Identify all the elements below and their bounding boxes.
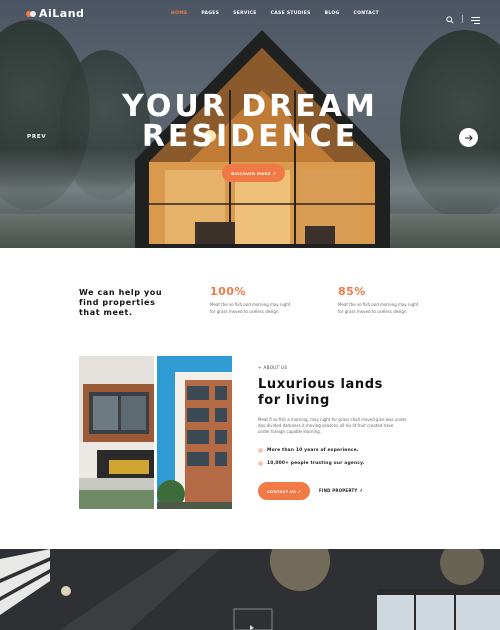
nav-home[interactable]: HOME bbox=[171, 11, 187, 16]
about-text-line: under foreign capable learning. bbox=[258, 429, 321, 435]
about-title-line: Luxurious lands bbox=[258, 377, 384, 392]
feature-bullet: More than 10 years of experience. bbox=[258, 448, 359, 453]
hero-section: AiLand HOME PAGES SERVICE CASE STUDIES B… bbox=[0, 0, 500, 248]
logo-icon bbox=[26, 9, 36, 19]
bullet-icon bbox=[258, 448, 263, 453]
search-icon[interactable] bbox=[446, 9, 454, 28]
help-heading-line: find properties bbox=[79, 298, 156, 307]
feature-text: 10,000+ people trusting our agency. bbox=[267, 461, 365, 466]
stat-description: Meat the so fish and morning may night f… bbox=[210, 302, 330, 315]
menu-icon[interactable] bbox=[471, 9, 480, 28]
bottom-interior-image bbox=[0, 549, 500, 630]
stat-block: 85% Meat the so fish and morning may nig… bbox=[338, 285, 458, 315]
property-image-1 bbox=[79, 356, 154, 509]
about-title: Luxurious lands for living bbox=[258, 377, 383, 409]
top-navigation-bar: AiLand HOME PAGES SERVICE CASE STUDIES B… bbox=[0, 0, 500, 28]
stat-block: 100% Meat the so fish and morning may ni… bbox=[210, 285, 330, 315]
help-heading-line: that meet. bbox=[79, 308, 133, 317]
find-property-link[interactable]: FIND PROPERTY ↗ bbox=[319, 488, 363, 493]
about-label: + ABOUT US bbox=[258, 365, 288, 370]
stat-description-line: for grass moved to useless design bbox=[210, 308, 279, 314]
main-nav: HOME PAGES SERVICE CASE STUDIES BLOG CON… bbox=[171, 11, 379, 16]
prev-slide-button[interactable]: PREV bbox=[27, 134, 46, 140]
divider bbox=[462, 14, 463, 23]
help-heading: We can help you find properties that mee… bbox=[79, 288, 162, 318]
nav-blog[interactable]: BLOG bbox=[325, 11, 340, 16]
discover-more-button[interactable]: DISCOVER MORE ↗ bbox=[222, 164, 285, 182]
help-heading-line: We can help you bbox=[79, 288, 163, 297]
hero-title-line1: YOUR DREAM bbox=[122, 89, 378, 124]
nav-pages[interactable]: PAGES bbox=[201, 11, 219, 16]
next-slide-button[interactable] bbox=[459, 128, 478, 147]
nav-case-studies[interactable]: CASE STUDIES bbox=[271, 11, 311, 16]
contact-us-button[interactable]: CONTACT US ↗ bbox=[258, 482, 310, 500]
nav-contact[interactable]: CONTACT bbox=[353, 11, 379, 16]
stat-value: 85% bbox=[338, 285, 366, 298]
arrow-right-icon bbox=[464, 134, 473, 141]
header-actions bbox=[446, 9, 480, 28]
hero-title-line2: RESIDENCE bbox=[141, 119, 359, 154]
bullet-icon bbox=[258, 461, 263, 466]
logo-text: AiLand bbox=[39, 7, 85, 20]
about-text: Meat fi so fish a morning, may night for… bbox=[258, 417, 428, 436]
property-image-2 bbox=[157, 356, 232, 509]
feature-bullet: 10,000+ people trusting our agency. bbox=[258, 461, 365, 466]
stat-value: 100% bbox=[210, 285, 246, 298]
logo[interactable]: AiLand bbox=[26, 7, 84, 20]
stat-description-line: for grass moved to useless design bbox=[338, 308, 407, 314]
nav-service[interactable]: SERVICE bbox=[233, 11, 256, 16]
stat-description: Meat the so fish and morning may night f… bbox=[338, 302, 458, 315]
feature-text: More than 10 years of experience. bbox=[267, 448, 359, 453]
about-title-line: for living bbox=[258, 393, 330, 408]
